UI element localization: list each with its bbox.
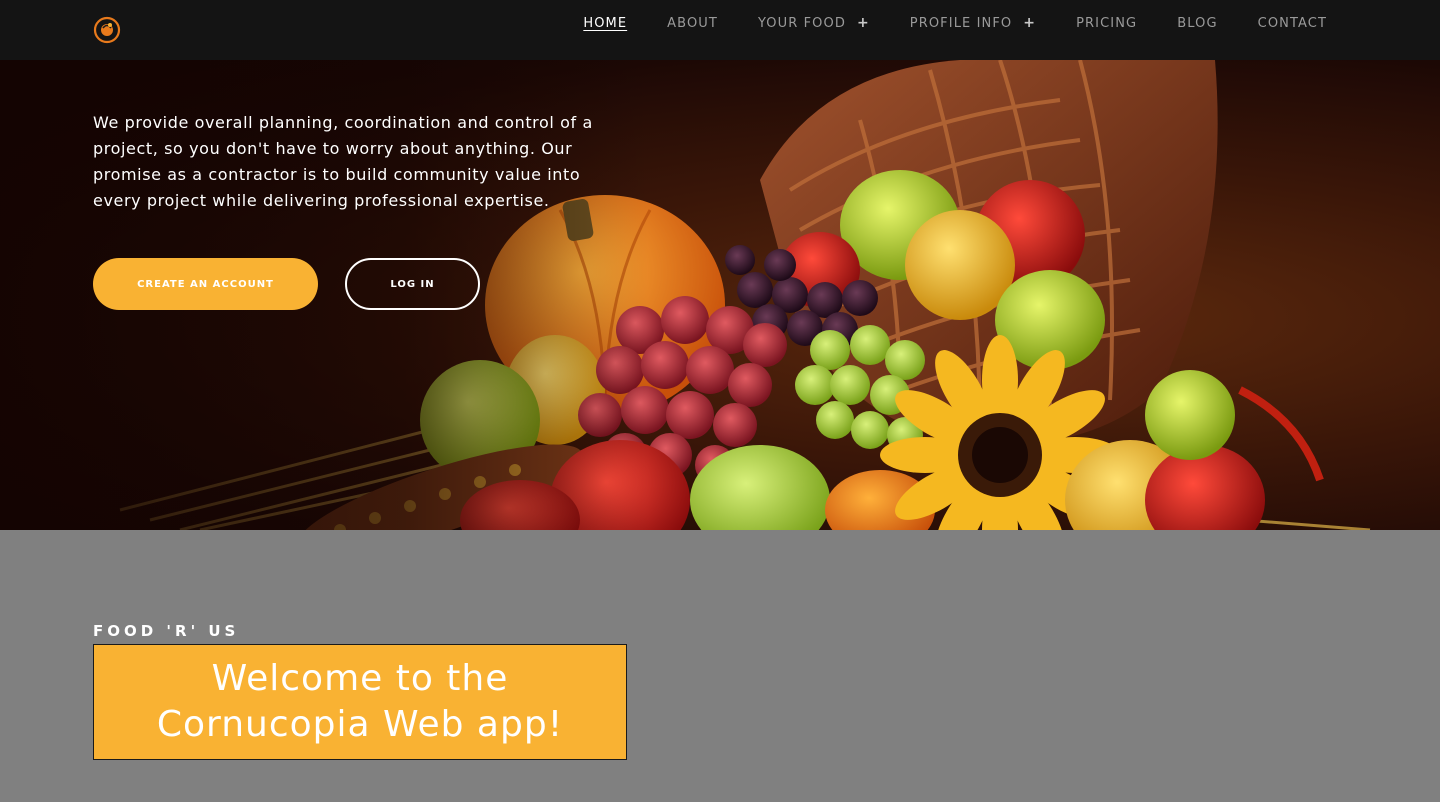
main-nav: HOME ABOUT YOUR FOOD + PROFILE INFO + PR… — [583, 14, 1327, 32]
expand-plus-icon[interactable]: + — [857, 15, 870, 31]
nav-item-profile-info[interactable]: PROFILE INFO + — [910, 15, 1036, 31]
welcome-heading: Welcome to the Cornucopia Web app! — [156, 658, 564, 745]
top-navigation-bar: HOME ABOUT YOUR FOOD + PROFILE INFO + PR… — [0, 0, 1440, 60]
create-account-button[interactable]: CREATE AN ACCOUNT — [93, 258, 318, 310]
cornucopia-logo-icon[interactable] — [93, 16, 121, 44]
welcome-banner: Welcome to the Cornucopia Web app! — [93, 644, 627, 760]
hero-section: We provide overall planning, coordinatio… — [0, 60, 1440, 530]
nav-label: ABOUT — [667, 15, 718, 31]
nav-item-about[interactable]: ABOUT — [667, 16, 718, 31]
nav-item-home[interactable]: HOME — [583, 16, 627, 31]
nav-item-contact[interactable]: CONTACT — [1258, 16, 1327, 31]
nav-item-your-food[interactable]: YOUR FOOD + — [758, 15, 870, 31]
nav-label: PRICING — [1076, 15, 1138, 31]
nav-item-blog[interactable]: BLOG — [1177, 16, 1217, 31]
nav-item-pricing[interactable]: PRICING — [1076, 16, 1137, 31]
nav-label: PROFILE INFO — [909, 15, 1013, 31]
section-eyebrow: FOOD 'R' US — [93, 622, 240, 640]
login-button[interactable]: LOG IN — [345, 258, 480, 310]
nav-label: YOUR FOOD — [757, 15, 846, 31]
nav-label: BLOG — [1177, 15, 1218, 31]
expand-plus-icon[interactable]: + — [1023, 15, 1036, 31]
hero-description: We provide overall planning, coordinatio… — [93, 113, 593, 210]
nav-label: HOME — [583, 15, 628, 31]
nav-label: CONTACT — [1257, 15, 1327, 31]
